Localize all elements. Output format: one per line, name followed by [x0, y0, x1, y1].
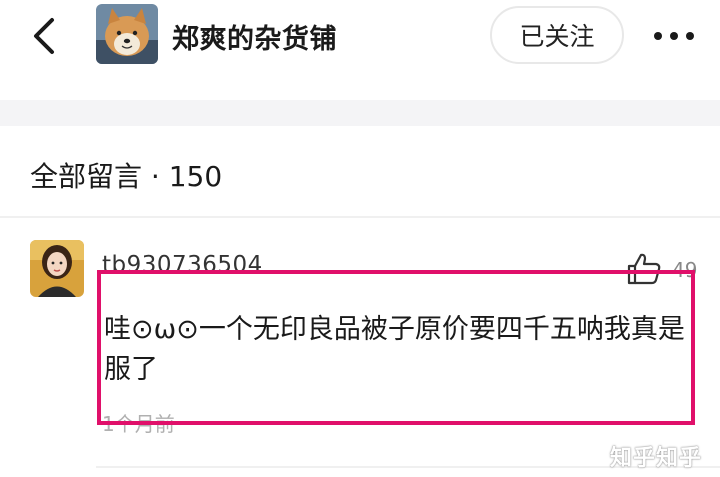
more-dots-icon [686, 32, 694, 40]
highlight-annotation-box [97, 270, 695, 425]
shiba-dog-avatar [96, 4, 158, 64]
shop-avatar[interactable] [96, 4, 158, 64]
comment-user-avatar[interactable] [30, 240, 84, 297]
comments-section-title: 全部留言 · 150 [30, 160, 223, 193]
chevron-left-icon [34, 18, 54, 54]
top-bar: 郑爽的杂货铺 已关注 [0, 0, 720, 100]
follow-button[interactable]: 已关注 [490, 6, 624, 64]
section-divider [0, 100, 720, 126]
more-button[interactable] [652, 14, 696, 58]
divider [0, 216, 720, 218]
shop-name[interactable]: 郑爽的杂货铺 [172, 17, 337, 56]
more-dots-icon [654, 32, 662, 40]
more-dots-icon [670, 32, 678, 40]
back-button[interactable] [26, 14, 66, 58]
user-avatar [30, 240, 84, 297]
watermark: 知乎知乎 [610, 446, 703, 471]
